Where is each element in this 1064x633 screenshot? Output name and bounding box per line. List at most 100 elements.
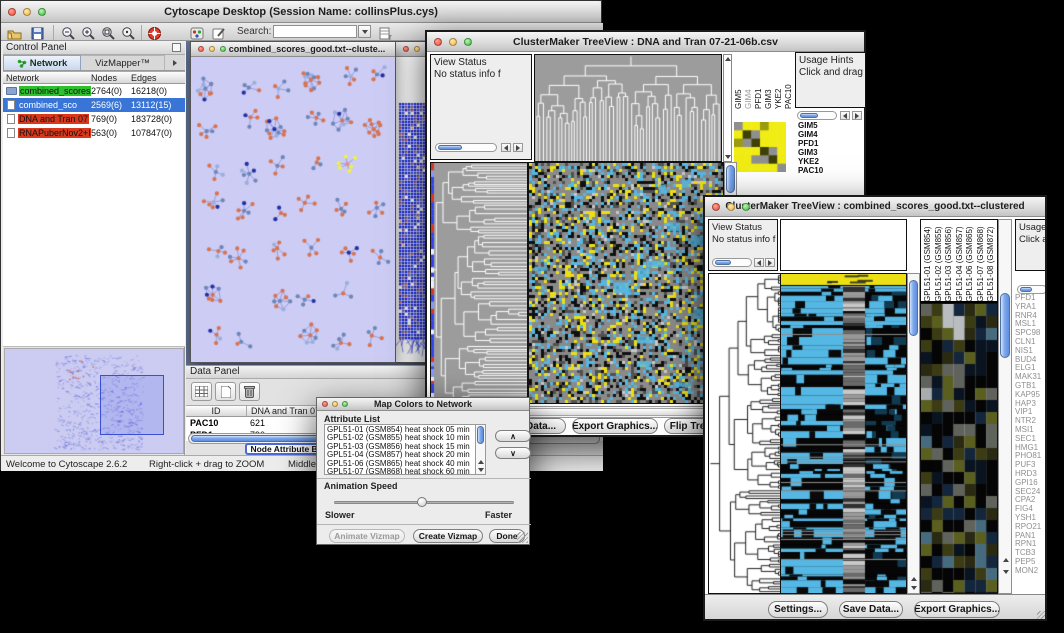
network-list-row[interactable]: DNA and Tran 07 769(0) 183728(0) <box>3 112 185 126</box>
scroll-left-icon[interactable] <box>840 111 850 120</box>
dialog-titlebar[interactable]: Map Colors to Network <box>317 398 529 411</box>
column-dendrogram-area[interactable] <box>780 219 907 271</box>
minimize-icon[interactable] <box>727 203 735 211</box>
network-graph-view[interactable] <box>191 57 395 362</box>
tab-network[interactable]: Network <box>3 55 81 70</box>
status-scrollbar[interactable] <box>712 258 752 267</box>
array-column-label: YKE2 <box>774 57 783 109</box>
overview-viewport-rect[interactable] <box>100 375 164 435</box>
col-header-edges[interactable]: Edges <box>131 73 185 83</box>
column-scroll-strip[interactable] <box>723 54 732 162</box>
hscroll-thumb[interactable] <box>438 145 462 150</box>
vscroll-thumb[interactable] <box>909 280 918 336</box>
array-column-label: GIM3 <box>764 57 773 109</box>
close-icon[interactable] <box>198 46 204 52</box>
zoom-window-icon[interactable] <box>38 8 46 16</box>
heatmap-vscrollbar[interactable] <box>907 273 920 594</box>
zoom-window-icon[interactable] <box>342 401 348 407</box>
hscroll-thumb[interactable] <box>1020 287 1032 292</box>
export-graphics-button[interactable]: Export Graphics... <box>572 418 658 434</box>
move-up-button[interactable]: ∧ <box>495 430 531 442</box>
zoom-window-icon[interactable] <box>464 38 472 46</box>
close-icon[interactable] <box>403 46 409 52</box>
row-dendrogram[interactable] <box>708 273 781 594</box>
new-document-icon[interactable] <box>215 382 236 401</box>
col-header-nodes[interactable]: Nodes <box>91 73 131 83</box>
zoom-selected-icon[interactable] <box>99 25 118 42</box>
vscroll-thumb[interactable] <box>1000 293 1010 358</box>
window-float-icon[interactable] <box>172 43 181 52</box>
move-down-button[interactable]: ∨ <box>495 447 531 459</box>
row-dendrogram[interactable] <box>430 162 528 404</box>
col-header-id[interactable]: ID <box>186 406 246 416</box>
minimize-icon[interactable] <box>209 46 215 52</box>
tab-overflow-arrow[interactable] <box>165 55 185 70</box>
network-list-row[interactable]: combined_scores 2764(0) 16218(0) <box>3 84 185 98</box>
usage-scrollbar[interactable] <box>1017 285 1047 294</box>
gene-label[interactable]: MON2 <box>1015 567 1047 576</box>
resize-grip[interactable] <box>1037 611 1047 621</box>
scroll-left-icon[interactable] <box>754 258 764 267</box>
search-input[interactable] <box>273 25 357 38</box>
speed-slider-thumb[interactable] <box>417 497 427 507</box>
treeview-dna-titlebar[interactable]: ClusterMaker TreeView : DNA and Tran 07-… <box>427 32 864 52</box>
save-data-button[interactable]: Save Data... <box>839 601 903 618</box>
zoom-out-icon[interactable] <box>59 25 78 42</box>
hscroll-thumb[interactable] <box>800 113 818 118</box>
scroll-left-icon[interactable] <box>501 143 511 152</box>
zoom-window-icon[interactable] <box>742 203 750 211</box>
save-icon[interactable] <box>28 25 47 42</box>
main-window-title: Cytoscape Desktop (Session Name: collins… <box>164 6 438 18</box>
network-list-row[interactable]: combined_sco 2569(6) 13112(15) <box>3 98 185 112</box>
network-list-row[interactable]: RNAPuberNov2+I 563(0) 107847(0) <box>3 126 185 140</box>
vscroll-thumb[interactable] <box>726 165 735 193</box>
animate-vizmap-button[interactable]: Animate Vizmap <box>329 529 405 543</box>
export-graphics-button[interactable]: Export Graphics... <box>914 601 1000 618</box>
zoom-window-icon[interactable] <box>220 46 226 52</box>
main-heatmap[interactable] <box>528 162 724 404</box>
create-vizmap-button[interactable]: Create Vizmap <box>413 529 483 543</box>
help-lifesaver-icon[interactable] <box>145 25 164 42</box>
usage-scrollbar[interactable] <box>797 111 837 120</box>
list-scrollbar[interactable] <box>475 425 485 474</box>
close-icon[interactable] <box>434 38 442 46</box>
zoom-heatmap[interactable] <box>920 303 998 594</box>
attribute-listbox[interactable]: GPL51-01 (GSM854) heat shock 05 minGPL51… <box>324 424 486 475</box>
col-header-network[interactable]: Network <box>3 73 91 83</box>
summary-heatmap[interactable] <box>734 122 786 172</box>
tab-vizmapper[interactable]: VizMapper™ <box>81 55 165 70</box>
minimize-icon[interactable] <box>414 46 420 52</box>
annotation-icon[interactable] <box>209 25 228 42</box>
usage-hints-panel: Usage Hints Click and drag to <box>795 52 866 108</box>
network-overview[interactable] <box>4 348 184 454</box>
attribute-list-item[interactable]: GPL51-07 (GSM868) heat shock 60 min <box>327 468 485 475</box>
close-icon[interactable] <box>8 8 16 16</box>
resize-grip[interactable] <box>517 532 528 543</box>
scroll-right-icon[interactable] <box>513 143 523 152</box>
table-grid-icon[interactable] <box>191 382 212 401</box>
column-dendrogram[interactable] <box>534 54 722 162</box>
gene-list-scrollbar[interactable] <box>998 219 1012 594</box>
status-scrollbar[interactable] <box>435 143 497 152</box>
close-icon[interactable] <box>712 203 720 211</box>
trash-icon[interactable] <box>239 382 260 401</box>
zoom-actual-icon[interactable] <box>119 25 138 42</box>
search-dropdown-icon[interactable] <box>358 25 371 38</box>
close-icon[interactable] <box>322 401 328 407</box>
minimize-icon[interactable] <box>449 38 457 46</box>
open-folder-icon[interactable] <box>5 25 24 42</box>
main-heatmap[interactable] <box>780 273 907 594</box>
hscroll-thumb[interactable] <box>715 260 731 265</box>
scroll-right-icon[interactable] <box>765 258 775 267</box>
minimize-icon[interactable] <box>23 8 31 16</box>
zoom-in-icon[interactable] <box>79 25 98 42</box>
settings-button[interactable]: Settings... <box>768 601 828 618</box>
filter-table-icon[interactable] <box>376 25 395 42</box>
network-row-icon <box>7 114 15 124</box>
vizmapper-icon[interactable] <box>187 25 206 42</box>
scroll-right-icon[interactable] <box>852 111 862 120</box>
minimize-icon[interactable] <box>332 401 338 407</box>
vscroll-thumb[interactable] <box>477 426 484 444</box>
main-titlebar[interactable]: Cytoscape Desktop (Session Name: collins… <box>1 1 601 23</box>
treeview-combined-titlebar[interactable]: ClusterMaker TreeView : combined_scores_… <box>705 197 1045 217</box>
